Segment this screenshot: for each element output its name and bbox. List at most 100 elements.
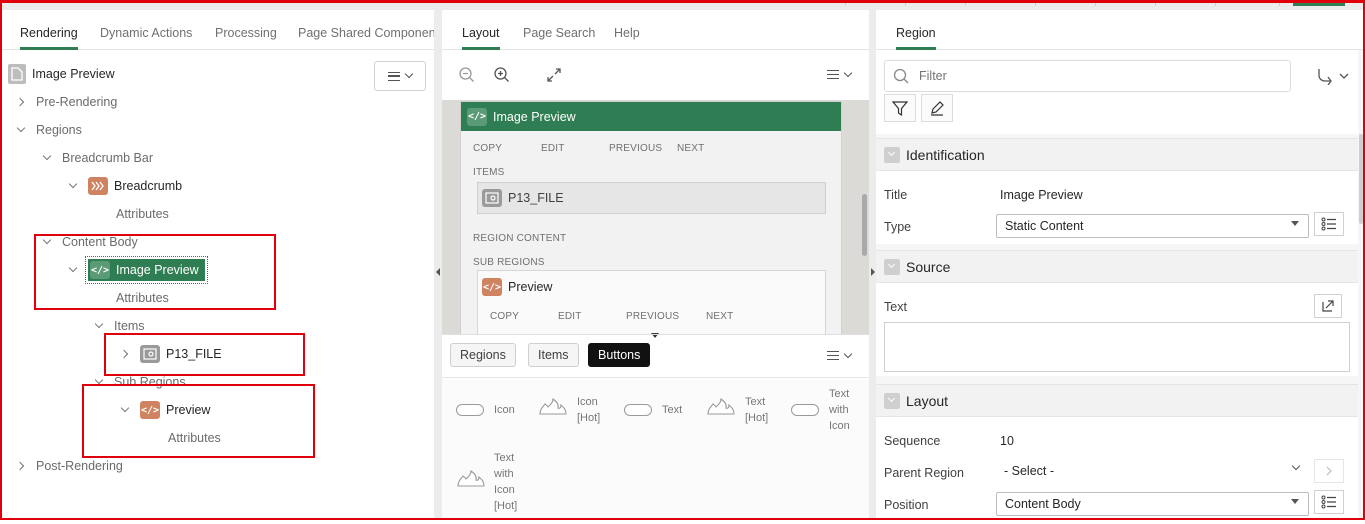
collapse-arrow-icon[interactable] — [436, 268, 440, 276]
sub-region-card-preview[interactable]: </> Preview COPY EDIT PREVIOUS NEXT — [477, 270, 826, 334]
tab-rendering[interactable]: Rendering — [20, 26, 78, 50]
tree-p13-file[interactable]: P13_FILE — [120, 343, 222, 365]
layout-menu-button[interactable] — [827, 68, 853, 79]
gallery-label-text-with-icon[interactable]: Text with Icon — [829, 386, 850, 434]
splitter-left[interactable] — [434, 10, 442, 520]
hot-button-icon[interactable] — [538, 396, 568, 416]
tree-preview[interactable]: </> Preview — [120, 399, 210, 421]
type-list-button[interactable] — [1314, 212, 1344, 236]
title-field[interactable]: Image Preview — [1000, 188, 1083, 202]
slot-edit[interactable]: EDIT — [541, 143, 565, 154]
tab-layout[interactable]: Layout — [462, 26, 500, 50]
tree-image-preview-attributes[interactable]: Attributes — [116, 287, 169, 309]
position-select[interactable]: Content Body — [996, 492, 1309, 516]
tree-breadcrumb-bar[interactable]: Breadcrumb Bar — [42, 147, 153, 169]
tree-page-node[interactable]: Image Preview — [8, 63, 115, 85]
slot-previous[interactable]: PREVIOUS — [626, 311, 679, 322]
slot-copy[interactable]: COPY — [473, 143, 502, 154]
collapse-icon[interactable] — [884, 258, 900, 275]
position-list-button[interactable] — [1314, 490, 1344, 514]
go-to-group-icon[interactable] — [1316, 67, 1350, 85]
selected-node[interactable]: </> Image Preview — [85, 256, 208, 284]
show-all-button[interactable] — [921, 94, 953, 122]
tree-breadcrumb-attributes[interactable]: Attributes — [116, 203, 169, 225]
tree-sub-regions[interactable]: Sub Regions — [94, 371, 186, 393]
gallery-label-text[interactable]: Text — [662, 402, 682, 418]
zoom-in-icon[interactable] — [493, 66, 511, 84]
zoom-out-icon[interactable] — [458, 66, 476, 84]
gallery-tab-buttons[interactable]: Buttons — [588, 343, 651, 367]
gallery-menu-button[interactable] — [827, 349, 853, 360]
button-pill-icon[interactable] — [456, 404, 484, 416]
parent-region-select[interactable]: - Select - — [996, 459, 1309, 483]
save-button-edge[interactable] — [1293, 0, 1345, 6]
chevron-down-icon[interactable] — [68, 181, 78, 191]
hot-button-icon[interactable] — [456, 468, 486, 488]
gallery-tab-items[interactable]: Items — [528, 343, 579, 367]
chevron-down-icon[interactable] — [120, 405, 130, 415]
filter-input[interactable] — [917, 68, 1257, 84]
chevron-right-icon[interactable] — [16, 461, 26, 471]
tree-content-body[interactable]: Content Body — [42, 231, 138, 253]
gallery-label-text-hot[interactable]: Text [Hot] — [745, 394, 768, 426]
tree-items[interactable]: Items — [94, 315, 145, 337]
chevron-down-icon[interactable] — [94, 377, 104, 387]
expand-icon[interactable] — [546, 67, 562, 83]
section-header[interactable]: Identification — [876, 139, 1358, 171]
chevron-down-icon[interactable] — [68, 265, 78, 275]
splitter-right[interactable] — [869, 10, 876, 520]
layout-canvas[interactable]: </> Image Preview COPY EDIT PREVIOUS NEX… — [442, 100, 869, 334]
section-header[interactable]: Source — [876, 251, 1358, 283]
tab-page-shared-components[interactable]: Page Shared Component — [298, 26, 439, 40]
gallery-label-icon[interactable]: Icon — [494, 402, 515, 418]
region-header[interactable]: </> Image Preview — [461, 102, 841, 131]
chevron-down-icon[interactable] — [94, 321, 104, 331]
code-editor-button[interactable] — [1314, 294, 1342, 318]
chevron-down-icon[interactable] — [16, 125, 26, 135]
sub-region-header[interactable]: </> Preview — [478, 271, 825, 303]
gallery-tab-regions[interactable]: Regions — [450, 343, 516, 367]
slot-previous[interactable]: PREVIOUS — [609, 143, 662, 154]
source-text-area[interactable] — [884, 322, 1350, 372]
type-select[interactable]: Static Content — [996, 214, 1309, 238]
tree-menu-button[interactable] — [374, 61, 426, 91]
chevron-down-icon[interactable] — [42, 237, 52, 247]
chevron-right-icon[interactable] — [120, 349, 130, 359]
tab-processing[interactable]: Processing — [215, 26, 277, 40]
slot-next[interactable]: NEXT — [706, 311, 733, 322]
tree-image-preview[interactable]: </> Image Preview — [68, 256, 208, 284]
collapse-arrow-icon[interactable] — [871, 268, 875, 276]
item-p13-file[interactable]: P13_FILE — [477, 182, 826, 214]
parent-region-go-button[interactable] — [1314, 459, 1344, 483]
region-card-image-preview[interactable]: </> Image Preview COPY EDIT PREVIOUS NEX… — [460, 101, 842, 334]
canvas-scrollbar[interactable] — [862, 194, 867, 256]
tree-breadcrumb[interactable]: Breadcrumb — [68, 175, 182, 197]
tree-post-rendering[interactable]: Post-Rendering — [16, 455, 123, 477]
tab-page-search[interactable]: Page Search — [523, 26, 595, 40]
slot-edit[interactable]: EDIT — [558, 311, 582, 322]
hot-button-icon[interactable] — [706, 396, 736, 416]
collapse-icon[interactable] — [884, 392, 900, 409]
gallery-label-text-with-icon-hot[interactable]: Text with Icon [Hot] — [494, 450, 517, 514]
tree-pre-rendering[interactable]: Pre-Rendering — [16, 91, 117, 113]
slot-copy[interactable]: COPY — [490, 311, 519, 322]
sequence-field[interactable]: 10 — [1000, 434, 1014, 448]
tree-preview-attributes[interactable]: Attributes — [168, 427, 221, 449]
tab-help[interactable]: Help — [614, 26, 640, 40]
chevron-down-icon[interactable] — [42, 153, 52, 163]
tree-regions[interactable]: Regions — [16, 119, 82, 141]
filter-field[interactable] — [884, 60, 1291, 92]
section-header[interactable]: Layout — [876, 385, 1358, 417]
button-pill-icon[interactable] — [791, 404, 819, 416]
collapse-icon[interactable] — [884, 146, 900, 163]
chevron-right-icon[interactable] — [16, 97, 26, 107]
button-pill-icon[interactable] — [624, 404, 652, 416]
label-line: Text — [829, 388, 850, 400]
gallery-label-icon-hot[interactable]: Icon [Hot] — [577, 394, 600, 426]
slot-next[interactable]: NEXT — [677, 143, 704, 154]
show-common-button[interactable] — [884, 94, 916, 122]
tab-region[interactable]: Region — [896, 26, 936, 50]
tab-dynamic-actions[interactable]: Dynamic Actions — [100, 26, 192, 40]
list-icon — [1321, 217, 1336, 231]
property-editor-scrollbar[interactable] — [1359, 134, 1363, 224]
